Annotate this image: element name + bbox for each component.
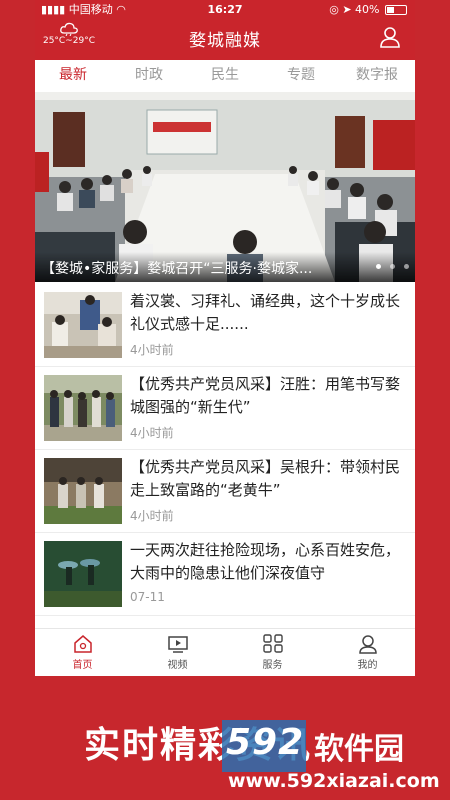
nav-home-label: 首页 — [72, 660, 93, 671]
location-icon: ➤ — [342, 3, 352, 16]
nav-video[interactable]: 视频 — [130, 629, 225, 676]
carousel-dot — [375, 264, 381, 269]
user-icon[interactable] — [379, 26, 401, 48]
news-title: 【优秀共产党员风采】吴根升：带领村民走上致富路的“老黄牛” — [130, 458, 401, 499]
news-title: 一天两次赶往抢险现场，心系百姓安危，大雨中的隐患让他们深夜值守 — [130, 541, 401, 582]
status-right: ◎ ➤ 40% — [329, 0, 407, 20]
news-thumbnail — [44, 292, 122, 358]
video-icon — [167, 636, 188, 653]
news-item[interactable]: 一天两次赶往抢险现场，心系百姓安危，大雨中的隐患让他们深夜值守 07-11 — [35, 533, 415, 616]
tab-digital-paper[interactable]: 数字报 — [339, 60, 415, 90]
news-title: 【优秀共产党员风采】汪胜：用笔书写婺城图强的“新生代” — [130, 375, 401, 416]
nav-services-label: 服务 — [262, 660, 283, 671]
carousel-dot — [404, 264, 409, 269]
news-time: 07-11 — [130, 590, 165, 604]
battery-icon — [385, 5, 407, 15]
battery-label: 40% — [355, 3, 380, 16]
tab-livelihood[interactable]: 民生 — [187, 60, 263, 90]
watermark-brand-name: 软件园 — [314, 732, 404, 767]
app-title: 婺城融媒 — [189, 31, 261, 51]
banner-caption: 【婺城•家服务】婺城召开“三服务·婺城家... — [35, 252, 415, 282]
watermark: 592 软件园 www.592xiazai.com — [222, 712, 450, 798]
lock-rotation-icon: ◎ — [329, 3, 339, 16]
news-thumbnail — [44, 375, 122, 441]
news-time: 4小时前 — [130, 343, 174, 357]
banner-carousel[interactable]: 【婺城•家服务】婺城召开“三服务·婺城家... — [35, 92, 415, 282]
news-item[interactable]: 【优秀共产党员风采】汪胜：用笔书写婺城图强的“新生代” 4小时前 — [35, 367, 415, 450]
news-item[interactable]: 着汉裳、习拜礼、诵经典，这个十岁成长礼仪式感十足...... 4小时前 — [35, 284, 415, 367]
grid-icon — [262, 634, 283, 653]
news-title: 着汉裳、习拜礼、诵经典，这个十岁成长礼仪式感十足...... — [130, 292, 401, 333]
bottom-navigation: 首页 视频 服务 我的 — [35, 628, 415, 676]
nav-home[interactable]: 首页 — [35, 629, 130, 676]
news-item[interactable]: 【优秀共产党员风采】吴根升：带领村民走上致富路的“老黄牛” 4小时前 — [35, 450, 415, 533]
watermark-brand-number: 592 — [226, 722, 305, 763]
tab-topics[interactable]: 专题 — [263, 60, 339, 90]
nav-profile[interactable]: 我的 — [320, 629, 415, 676]
phone-screen: ▮▮▮▮ 中国移动 ◠ 16:27 ◎ ➤ 40% 25°C~29°C 婺城融媒 — [35, 0, 415, 676]
news-time: 4小时前 — [130, 509, 174, 523]
tab-latest[interactable]: 最新 — [35, 60, 111, 90]
tab-politics[interactable]: 时政 — [111, 60, 187, 90]
carousel-indicator — [372, 254, 409, 273]
news-list: 着汉裳、习拜礼、诵经典，这个十岁成长礼仪式感十足...... 4小时前 【优秀共… — [35, 284, 415, 616]
nav-profile-label: 我的 — [357, 660, 378, 671]
nav-services[interactable]: 服务 — [225, 629, 320, 676]
top-bar: ▮▮▮▮ 中国移动 ◠ 16:27 ◎ ➤ 40% 25°C~29°C 婺城融媒 — [35, 0, 415, 60]
nav-video-label: 视频 — [167, 660, 188, 671]
watermark-url: www.592xiazai.com — [228, 770, 440, 792]
category-tabs: 最新 时政 民生 专题 数字报 — [35, 60, 415, 90]
news-thumbnail — [44, 541, 122, 607]
news-thumbnail — [44, 458, 122, 524]
news-time: 4小时前 — [130, 426, 174, 440]
profile-icon — [358, 635, 377, 654]
status-bar: ▮▮▮▮ 中国移动 ◠ 16:27 ◎ ➤ 40% — [35, 0, 415, 20]
carousel-dot — [389, 264, 395, 269]
home-icon — [73, 635, 92, 653]
